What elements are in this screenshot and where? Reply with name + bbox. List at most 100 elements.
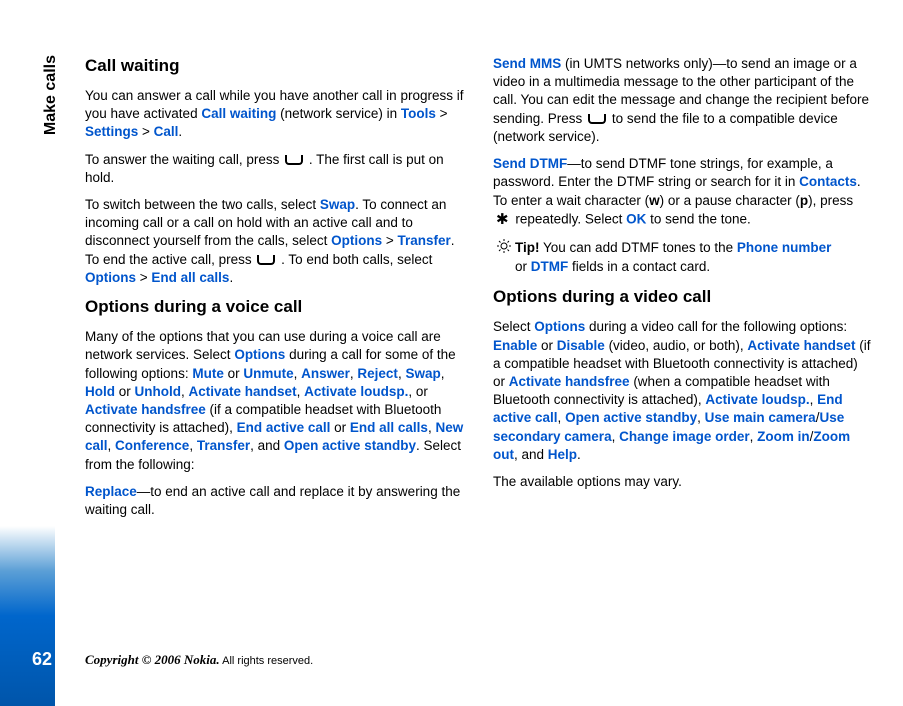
text: To answer the waiting call, press	[85, 152, 283, 167]
text: ,	[441, 366, 445, 381]
text: or	[330, 420, 350, 435]
tip-line2: or DTMF fields in a contact card.	[497, 258, 873, 276]
link-tools[interactable]: Tools	[401, 106, 436, 121]
text: (network service) in	[276, 106, 401, 121]
text: , and	[250, 438, 284, 453]
text: or	[515, 259, 531, 274]
link-transfer[interactable]: Transfer	[398, 233, 451, 248]
link-open-active-standby[interactable]: Open active standby	[565, 410, 697, 425]
link-disable[interactable]: Disable	[557, 338, 605, 353]
link-activate-handset[interactable]: Activate handset	[747, 338, 855, 353]
call-key-icon	[588, 114, 606, 124]
link-send-mms[interactable]: Send MMS	[493, 56, 561, 71]
text: during a video call for the following op…	[585, 319, 847, 334]
link-activate-handsfree[interactable]: Activate handsfree	[509, 374, 630, 389]
column-right: Send MMS (in UMTS networks only)—to send…	[493, 55, 873, 528]
link-call[interactable]: Call	[154, 124, 179, 139]
link-unhold[interactable]: Unhold	[135, 384, 182, 399]
copyright-rest: All rights reserved.	[220, 655, 314, 667]
link-phone-number[interactable]: Phone number	[737, 240, 832, 255]
paragraph: To switch between the two calls, select …	[85, 196, 465, 287]
link-activate-loudsp[interactable]: Activate loudsp.	[304, 384, 408, 399]
heading-options-video-call: Options during a video call	[493, 286, 873, 309]
text: fields in a contact card.	[568, 259, 710, 274]
heading-call-waiting: Call waiting	[85, 55, 465, 78]
star-key-icon: ✱	[496, 210, 509, 230]
link-options[interactable]: Options	[85, 270, 136, 285]
sidebar-gradient	[0, 526, 55, 706]
link-reject[interactable]: Reject	[357, 366, 398, 381]
link-contacts[interactable]: Contacts	[799, 174, 857, 189]
text: ,	[697, 410, 705, 425]
text: Select	[493, 319, 534, 334]
text: , and	[514, 447, 548, 462]
link-send-dtmf[interactable]: Send DTMF	[493, 156, 567, 171]
link-unmute[interactable]: Unmute	[243, 366, 293, 381]
link-options[interactable]: Options	[534, 319, 585, 334]
link-transfer[interactable]: Transfer	[197, 438, 250, 453]
link-dtmf[interactable]: DTMF	[531, 259, 569, 274]
link-replace[interactable]: Replace	[85, 484, 137, 499]
text: ,	[558, 410, 566, 425]
tip-block: Tip! You can add DTMF tones to the Phone…	[493, 239, 873, 276]
link-change-image-order[interactable]: Change image order	[619, 429, 750, 444]
paragraph: To answer the waiting call, press . The …	[85, 151, 465, 187]
link-hold[interactable]: Hold	[85, 384, 115, 399]
text: ), press	[808, 193, 853, 208]
text: ) or a pause character (	[660, 193, 800, 208]
text: .	[229, 270, 233, 285]
text: You can add DTMF tones to the	[540, 240, 737, 255]
text: to send the tone.	[646, 211, 750, 226]
call-key-icon	[285, 155, 303, 165]
text: ,	[297, 384, 305, 399]
text: ,	[181, 384, 189, 399]
link-settings[interactable]: Settings	[85, 124, 138, 139]
text: or	[115, 384, 135, 399]
link-end-all-calls[interactable]: End all calls	[350, 420, 428, 435]
text: ,	[108, 438, 116, 453]
link-swap[interactable]: Swap	[320, 197, 355, 212]
link-activate-loudsp[interactable]: Activate loudsp.	[705, 392, 809, 407]
link-ok[interactable]: OK	[626, 211, 646, 226]
paragraph: You can answer a call while you have ano…	[85, 87, 465, 142]
text: , or	[408, 384, 428, 399]
text: >	[436, 106, 448, 121]
link-zoom-in[interactable]: Zoom in	[757, 429, 810, 444]
text: or	[224, 366, 244, 381]
link-use-main-camera[interactable]: Use main camera	[705, 410, 816, 425]
page-number: 62	[32, 647, 52, 671]
link-swap[interactable]: Swap	[405, 366, 440, 381]
link-mute[interactable]: Mute	[192, 366, 224, 381]
text: ,	[294, 366, 302, 381]
text: . To end both calls, select	[277, 252, 432, 267]
link-activate-handsfree[interactable]: Activate handsfree	[85, 402, 206, 417]
bold-w: w	[649, 193, 660, 208]
tip-label: Tip!	[515, 240, 540, 255]
paragraph: Replace—to end an active call and replac…	[85, 483, 465, 519]
text: .	[178, 124, 182, 139]
link-options[interactable]: Options	[331, 233, 382, 248]
link-end-all-calls[interactable]: End all calls	[151, 270, 229, 285]
text: (video, audio, or both),	[605, 338, 748, 353]
text: —to end an active call and replace it by…	[85, 484, 460, 517]
link-options[interactable]: Options	[234, 347, 285, 362]
link-open-active-standby[interactable]: Open active standby	[284, 438, 416, 453]
link-enable[interactable]: Enable	[493, 338, 537, 353]
heading-options-voice-call: Options during a voice call	[85, 296, 465, 319]
bold-p: p	[800, 193, 808, 208]
text: repeatedly. Select	[512, 211, 627, 226]
link-call-waiting[interactable]: Call waiting	[201, 106, 276, 121]
link-answer[interactable]: Answer	[301, 366, 350, 381]
paragraph: Select Options during a video call for t…	[493, 318, 873, 464]
link-end-active-call[interactable]: End active call	[237, 420, 331, 435]
link-conference[interactable]: Conference	[115, 438, 189, 453]
link-activate-handset[interactable]: Activate handset	[189, 384, 297, 399]
paragraph: Send DTMF—to send DTMF tone strings, for…	[493, 155, 873, 230]
text: ,	[612, 429, 620, 444]
link-help[interactable]: Help	[548, 447, 577, 462]
text: or	[537, 338, 557, 353]
text: ,	[189, 438, 197, 453]
text: >	[138, 124, 153, 139]
footer-copyright: Copyright © 2006 Nokia. All rights reser…	[85, 651, 313, 669]
paragraph: The available options may vary.	[493, 473, 873, 491]
